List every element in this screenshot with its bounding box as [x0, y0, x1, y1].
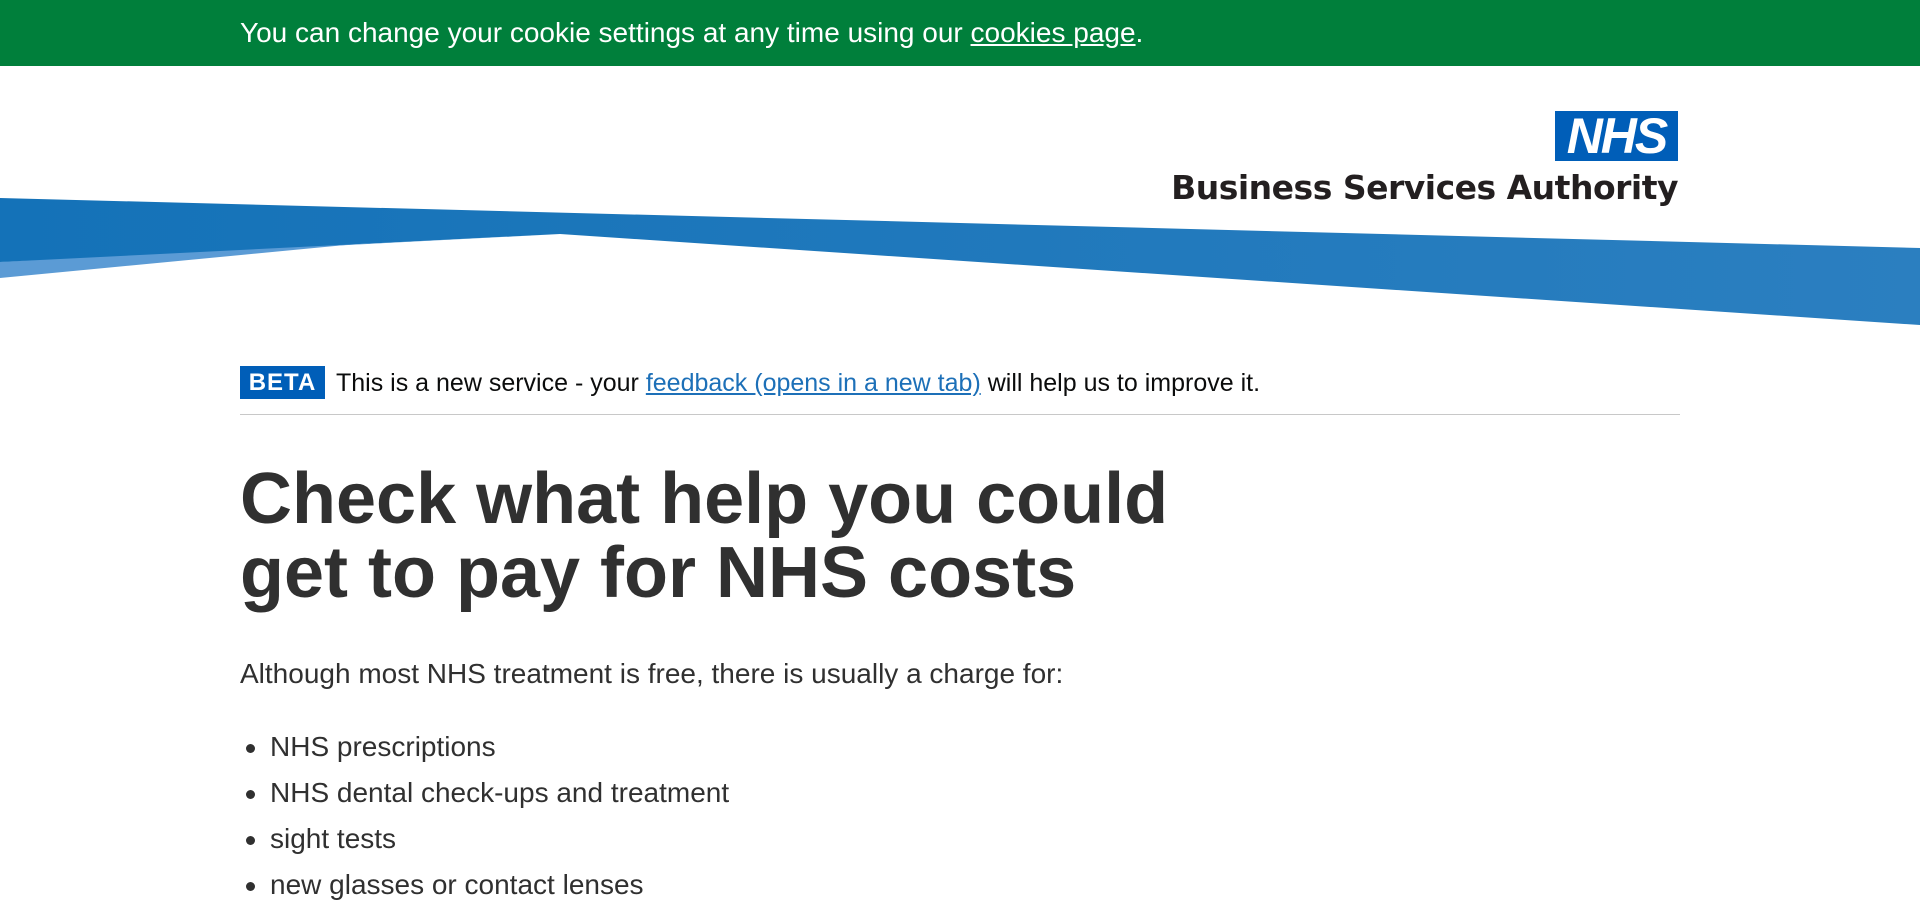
beta-message: This is a new service - your feedback (o… [336, 367, 1260, 399]
list-item: NHS prescriptions [240, 724, 729, 770]
org-name: Business Services Authority [1171, 168, 1678, 207]
site-header: NHS Business Services Authority [0, 66, 1920, 336]
list-item: sight tests [240, 816, 729, 862]
nhs-logo[interactable]: NHS [1555, 111, 1678, 161]
cookie-text-after: . [1135, 17, 1144, 48]
page-title: Check what help you could get to pay for… [240, 459, 1169, 613]
cookie-text-before: You can change your cookie settings at a… [240, 17, 971, 48]
wave-main-band [0, 198, 1920, 325]
cookie-banner: You can change your cookie settings at a… [0, 0, 1920, 66]
list-item: new glasses or contact lenses [240, 862, 729, 908]
intro-text: Although most NHS treatment is free, the… [240, 658, 1064, 689]
cookie-message: You can change your cookie settings at a… [240, 16, 1143, 50]
cookies-page-link[interactable]: cookies page [971, 17, 1136, 48]
beta-tag: BETA [240, 366, 325, 399]
phase-banner: BETA This is a new service - your feedba… [240, 366, 1680, 415]
beta-text-after: will help us to improve it. [980, 369, 1261, 397]
charges-list: NHS prescriptions NHS dental check-ups a… [240, 724, 729, 908]
beta-text-before: This is a new service - your [336, 369, 646, 397]
list-item: NHS dental check-ups and treatment [240, 770, 729, 816]
feedback-link[interactable]: feedback (opens in a new tab) [646, 369, 981, 397]
